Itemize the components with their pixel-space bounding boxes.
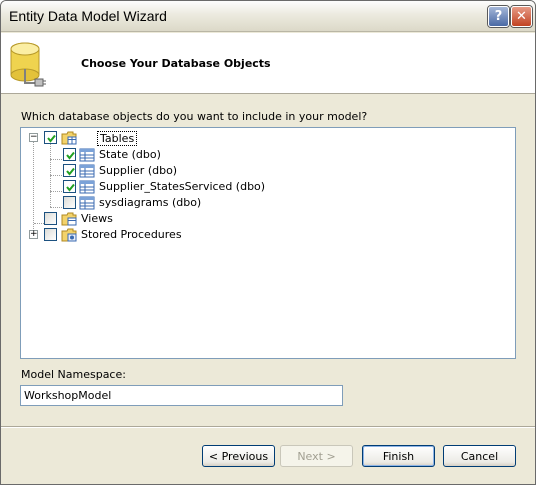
- tables-label: Tables: [97, 131, 138, 146]
- table-label: sysdiagrams (dbo): [99, 196, 202, 209]
- table-icon: [79, 180, 95, 194]
- wizard-header: Choose Your Database Objects: [1, 33, 535, 94]
- stored-procedures-checkbox[interactable]: [44, 228, 57, 241]
- collapse-icon[interactable]: −: [29, 133, 38, 142]
- views-label: Views: [81, 212, 113, 225]
- cancel-button[interactable]: Cancel: [443, 445, 516, 467]
- previous-button[interactable]: < Previous: [202, 445, 275, 467]
- help-button[interactable]: ?: [488, 6, 509, 27]
- wizard-window: Entity Data Model Wizard ? ✕ Choose Your…: [0, 0, 536, 485]
- finish-button[interactable]: Finish: [362, 445, 435, 467]
- model-namespace-label: Model Namespace:: [21, 368, 126, 381]
- checkmark-icon: [66, 167, 75, 176]
- tables-checkbox[interactable]: [44, 131, 57, 144]
- window-title: Entity Data Model Wizard: [9, 8, 167, 24]
- folder-procedures-icon: [61, 228, 77, 242]
- database-objects-tree[interactable]: − Tables State (dbo) Supplier (dbo) Supp…: [20, 127, 516, 359]
- sysdiagrams-checkbox[interactable]: [63, 196, 76, 209]
- expand-icon[interactable]: +: [29, 230, 38, 239]
- help-icon: ?: [494, 9, 503, 24]
- table-label: Supplier_StatesServiced (dbo): [99, 180, 266, 193]
- folder-tables-icon: [61, 131, 77, 145]
- tree-prompt-label: Which database objects do you want to in…: [21, 110, 367, 123]
- table-icon: [79, 196, 95, 210]
- table-icon: [79, 148, 95, 162]
- title-bar[interactable]: Entity Data Model Wizard ? ✕: [1, 1, 535, 32]
- tree-node-supplier[interactable]: Supplier (dbo): [21, 163, 515, 179]
- tree-node-supplier-states[interactable]: Supplier_StatesServiced (dbo): [21, 179, 515, 195]
- checkmark-icon: [66, 151, 75, 160]
- table-label: Supplier (dbo): [99, 164, 178, 177]
- database-connect-icon: [10, 42, 46, 87]
- prompt-text: Which database objects do you want to in…: [21, 110, 368, 123]
- close-button[interactable]: ✕: [511, 6, 532, 27]
- next-button[interactable]: Next >: [280, 445, 353, 467]
- tree-node-tables[interactable]: − Tables: [21, 130, 515, 146]
- stored-procedures-label: Stored Procedures: [81, 228, 182, 241]
- close-icon: ✕: [516, 9, 527, 24]
- folder-views-icon: [61, 212, 77, 226]
- checkmark-icon: [47, 134, 56, 143]
- footer-divider: [1, 426, 535, 428]
- tree-node-state[interactable]: State (dbo): [21, 147, 515, 163]
- views-checkbox[interactable]: [44, 212, 57, 225]
- tree-node-views[interactable]: Views: [21, 211, 515, 227]
- supplier-checkbox[interactable]: [63, 164, 76, 177]
- supplier-states-checkbox[interactable]: [63, 180, 76, 193]
- page-title: Choose Your Database Objects: [81, 57, 271, 70]
- tree-node-stored-procedures[interactable]: + Stored Procedures: [21, 227, 515, 243]
- table-label: State (dbo): [99, 148, 161, 161]
- table-icon: [79, 164, 95, 178]
- model-namespace-input[interactable]: [20, 385, 343, 406]
- state-checkbox[interactable]: [63, 148, 76, 161]
- tree-node-sysdiagrams[interactable]: sysdiagrams (dbo): [21, 195, 515, 211]
- checkmark-icon: [66, 183, 75, 192]
